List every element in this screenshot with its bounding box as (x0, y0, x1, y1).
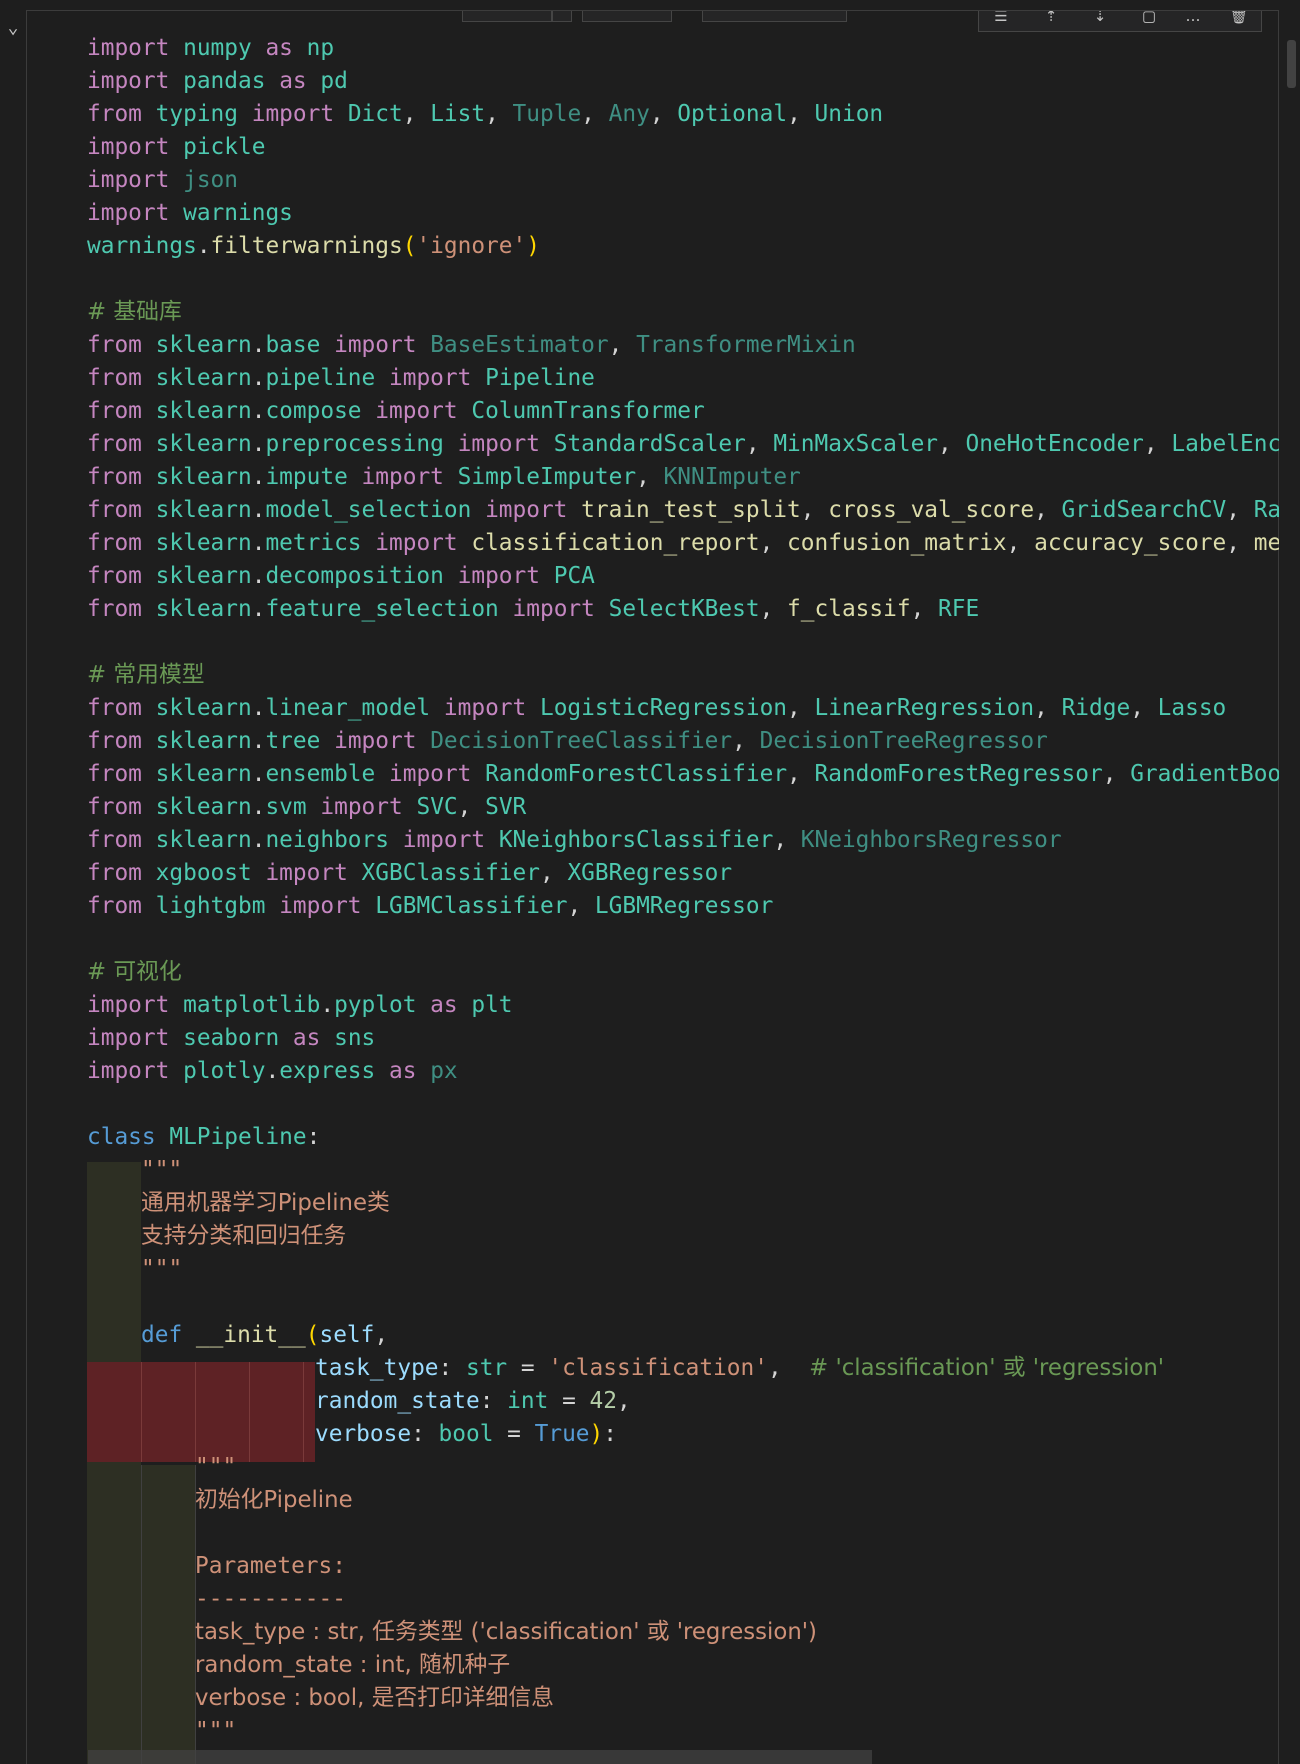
code-line: from typing import Dict, List, Tuple, An… (87, 101, 884, 127)
code-line: from sklearn.svm import SVC, SVR (87, 794, 527, 820)
code-line: import seaborn as sns (87, 1025, 376, 1051)
split-cell-icon[interactable]: ▢ (1138, 11, 1160, 26)
format-lines-icon[interactable]: ☰ (990, 11, 1012, 26)
code-comment: # 常用模型 (87, 662, 205, 688)
code-line: import numpy as np (87, 35, 335, 61)
docstring-line: 初始化Pipeline (195, 1487, 353, 1513)
more-icon[interactable]: … (1182, 11, 1204, 26)
code-comment: # 可视化 (87, 959, 182, 985)
cell-top-tabs (462, 11, 847, 22)
code-line: verbose: bool = True): (315, 1421, 617, 1447)
code-line: import pandas as pd (87, 68, 348, 94)
code-editor[interactable]: import numpy as np import pandas as pd f… (87, 32, 1279, 1764)
horizontal-scrollbar[interactable] (88, 1750, 872, 1764)
code-line: def __init__(self, (141, 1322, 389, 1348)
docstring-line: verbose : bool, 是否打印详细信息 (195, 1685, 554, 1711)
code-line: from sklearn.model_selection import trai… (87, 497, 1279, 523)
code-line: from sklearn.neighbors import KNeighbors… (87, 827, 1062, 853)
docstring-line: """ (195, 1454, 237, 1480)
code-line: from sklearn.decomposition import PCA (87, 563, 595, 589)
cell-gutter: ⌄ (0, 0, 26, 1764)
code-line: import matplotlib.pyplot as plt (87, 992, 513, 1018)
indent-guide-line (141, 1362, 142, 1462)
docstring-line: Parameters: (195, 1553, 346, 1579)
indent-guide-shade (141, 1465, 195, 1764)
indent-guide-line (195, 1362, 196, 1462)
code-line: from sklearn.ensemble import RandomFores… (87, 761, 1279, 787)
run-above-icon[interactable]: ⇡ (1040, 11, 1062, 26)
top-tab-2[interactable] (552, 11, 572, 22)
indent-guide-shade (87, 1162, 141, 1764)
code-line: random_state: int = 42, (315, 1388, 631, 1414)
code-line: from sklearn.preprocessing import Standa… (87, 431, 1279, 457)
top-tab-3[interactable] (582, 11, 672, 22)
code-line: import json (87, 167, 238, 193)
docstring-line: random_state : int, 随机种子 (195, 1652, 511, 1678)
indent-guide-line (141, 1465, 142, 1764)
docstring-line: """ (141, 1256, 183, 1282)
code-line: from xgboost import XGBClassifier, XGBRe… (87, 860, 733, 886)
code-line: class MLPipeline: (87, 1124, 321, 1150)
code-line: from sklearn.feature_selection import Se… (87, 596, 980, 622)
code-line: import warnings (87, 200, 293, 226)
cell-toolbar: ☰ ⇡ ⇣ ▢ … 🗑 (978, 11, 1262, 32)
code-line: import pickle (87, 134, 266, 160)
delete-icon[interactable]: 🗑 (1228, 11, 1250, 26)
indent-guide-line (249, 1362, 250, 1462)
code-comment: # 基础库 (87, 299, 182, 325)
docstring-line: 通用机器学习Pipeline类 (141, 1190, 390, 1216)
code-line: from sklearn.impute import SimpleImputer… (87, 464, 801, 490)
code-line: from sklearn.metrics import classificati… (87, 530, 1279, 556)
code-line: task_type: str = 'classification', # 'cl… (315, 1355, 1165, 1381)
docstring-line: 支持分类和回归任务 (141, 1223, 347, 1249)
run-below-icon[interactable]: ⇣ (1089, 11, 1111, 26)
code-line: from sklearn.pipeline import Pipeline (87, 365, 595, 391)
code-line: from sklearn.tree import DecisionTreeCla… (87, 728, 1048, 754)
chevron-down-icon[interactable]: ⌄ (3, 17, 23, 39)
docstring-line: """ (141, 1157, 183, 1183)
top-tab-1[interactable] (462, 11, 552, 22)
top-tab-4[interactable] (702, 11, 847, 22)
code-line: from lightgbm import LGBMClassifier, LGB… (87, 893, 774, 919)
docstring-line: """ (195, 1718, 237, 1744)
code-line: import plotly.express as px (87, 1058, 458, 1084)
scrollbar-thumb[interactable] (1287, 40, 1296, 88)
error-highlight (87, 1362, 315, 1462)
code-line: from sklearn.base import BaseEstimator, … (87, 332, 856, 358)
docstring-line: ----------- (195, 1586, 346, 1612)
docstring-line: task_type : str, 任务类型 ('classification' … (195, 1619, 817, 1645)
code-line: from sklearn.compose import ColumnTransf… (87, 398, 705, 424)
code-line: from sklearn.linear_model import Logisti… (87, 695, 1227, 721)
indent-guide-line (303, 1362, 304, 1462)
code-line: warnings.filterwarnings('ignore') (87, 233, 540, 259)
vertical-scrollbar[interactable] (1282, 10, 1300, 1764)
